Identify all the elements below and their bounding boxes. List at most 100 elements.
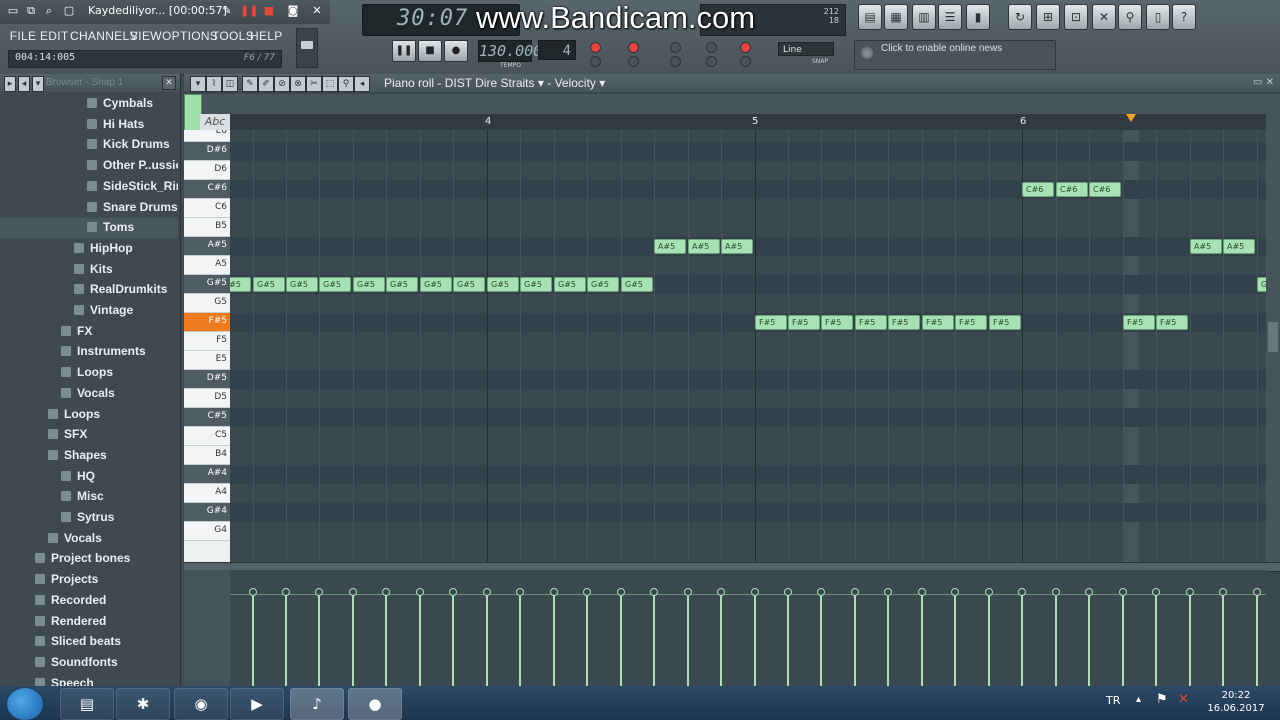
velocity-bar[interactable] — [1122, 592, 1124, 686]
slice-icon[interactable]: ✂ — [306, 76, 322, 92]
velocity-bar[interactable] — [887, 592, 889, 686]
note[interactable]: G#5 — [487, 277, 519, 292]
system-clock[interactable]: 20:22 16.06.2017 — [1204, 689, 1268, 715]
velocity-bar[interactable] — [1222, 592, 1224, 686]
velocity-handle[interactable] — [550, 588, 558, 596]
stamp-icon[interactable]: ◫ — [222, 76, 238, 92]
piano-key[interactable]: F#5 — [184, 313, 230, 332]
piano-key[interactable]: A#5 — [184, 237, 230, 256]
network-icon[interactable]: ⚑ — [1156, 692, 1168, 707]
overdub-led[interactable] — [670, 56, 681, 67]
slider-knob[interactable] — [301, 41, 313, 49]
note[interactable]: G#5 — [420, 277, 452, 292]
velocity-bar[interactable] — [553, 592, 555, 686]
pencil-icon[interactable]: ✎ — [242, 76, 258, 92]
velocity-bar[interactable] — [352, 592, 354, 686]
note-names-toggle[interactable]: Abc — [200, 114, 230, 130]
note[interactable]: F#5 — [922, 315, 954, 330]
note[interactable]: G#5 — [453, 277, 485, 292]
piano-key[interactable]: F5 — [184, 332, 230, 351]
note[interactable]: F#5 — [1123, 315, 1155, 330]
velocity-handle[interactable] — [583, 588, 591, 596]
velocity-bar[interactable] — [419, 592, 421, 686]
piano-key[interactable]: B5 — [184, 218, 230, 237]
help-icon[interactable]: ? — [1172, 4, 1196, 30]
velocity-handle[interactable] — [1052, 588, 1060, 596]
note[interactable]: G#5 — [353, 277, 385, 292]
velocity-handle[interactable] — [449, 588, 457, 596]
velocity-handle[interactable] — [684, 588, 692, 596]
fl-studio-app-icon[interactable]: ♪ — [290, 688, 344, 720]
velocity-handle[interactable] — [650, 588, 658, 596]
piano-key[interactable]: C6 — [184, 199, 230, 218]
velocity-bar[interactable] — [720, 592, 722, 686]
velocity-handle[interactable] — [315, 588, 323, 596]
window-icon[interactable]: ⧉ — [24, 4, 38, 18]
step-sequencer-icon[interactable]: ▦ — [884, 4, 908, 30]
menu-file[interactable]: FILE — [8, 26, 38, 46]
file-icon[interactable]: ▯ — [1146, 4, 1170, 30]
browser-item[interactable]: FX — [0, 322, 178, 342]
stop-button[interactable]: ■ — [418, 40, 442, 62]
piano-key[interactable]: E5 — [184, 351, 230, 370]
velocity-handle[interactable] — [516, 588, 524, 596]
velocity-bar[interactable] — [620, 592, 622, 686]
event-target[interactable]: Velocity — [555, 76, 596, 90]
note[interactable]: A#5 — [1223, 239, 1255, 254]
pattern-selector[interactable]: 4 — [538, 40, 576, 60]
folder-app-icon[interactable]: ▤ — [60, 688, 114, 720]
browser-item[interactable]: Shapes — [0, 446, 178, 466]
velocity-bar[interactable] — [754, 592, 756, 686]
browser-item[interactable]: RealDrumkits — [0, 280, 178, 300]
menu-arrow-icon[interactable]: ▾ — [190, 76, 206, 92]
velocity-bar[interactable] — [820, 592, 822, 686]
velocity-handle[interactable] — [1186, 588, 1194, 596]
velocity-bar[interactable] — [921, 592, 923, 686]
note[interactable]: G#5 — [230, 277, 251, 292]
velocity-handle[interactable] — [884, 588, 892, 596]
menu-channels[interactable]: CHANNELS — [70, 26, 137, 46]
note[interactable]: G#5 — [319, 277, 351, 292]
browser-item[interactable]: Project bones — [0, 549, 178, 569]
browser-item[interactable]: HQ — [0, 467, 178, 487]
note[interactable]: F#5 — [888, 315, 920, 330]
browser-item[interactable]: Sytrus — [0, 508, 178, 528]
velocity-handle[interactable] — [382, 588, 390, 596]
pause-button[interactable]: ❚❚ — [392, 40, 416, 62]
velocity-bar[interactable] — [385, 592, 387, 686]
velocity-handle[interactable] — [751, 588, 759, 596]
piano-key[interactable]: D#6 — [184, 142, 230, 161]
velocity-handle[interactable] — [717, 588, 725, 596]
chrome-app-icon[interactable]: ◉ — [174, 688, 228, 720]
velocity-bar[interactable] — [586, 592, 588, 686]
loop-led[interactable] — [740, 42, 751, 53]
note[interactable]: G#5 — [286, 277, 318, 292]
countdown-led[interactable] — [628, 42, 639, 53]
browser-item[interactable]: Instruments — [0, 342, 178, 362]
note[interactable]: G#5 — [520, 277, 552, 292]
browser-item[interactable]: Sliced beats — [0, 632, 178, 652]
browser-item[interactable]: Loops — [0, 405, 178, 425]
velocity-handle[interactable] — [1152, 588, 1160, 596]
close-icon[interactable]: ✕ — [1266, 77, 1274, 88]
vertical-scroll-thumb[interactable] — [1268, 322, 1278, 352]
note[interactable]: G#5 — [587, 277, 619, 292]
velocity-bar[interactable] — [1256, 592, 1258, 686]
velocity-bar[interactable] — [252, 592, 254, 686]
piano-key[interactable]: G#5 — [184, 275, 230, 294]
note[interactable]: G#5 — [554, 277, 586, 292]
piano-key[interactable]: C5 — [184, 427, 230, 446]
piano-key[interactable]: C#5 — [184, 408, 230, 427]
velocity-handle[interactable] — [349, 588, 357, 596]
tray-arrow-icon[interactable]: ▴ — [1136, 694, 1141, 705]
browser-item[interactable]: Kick Drums — [0, 135, 178, 155]
browser-item[interactable]: Vocals — [0, 384, 178, 404]
note[interactable]: G#5 — [1257, 277, 1266, 292]
velocity-handle[interactable] — [1085, 588, 1093, 596]
select-icon[interactable]: ⬚ — [322, 76, 338, 92]
close-icon[interactable]: ✕ — [310, 4, 324, 18]
magnet-icon[interactable]: ⌇ — [206, 76, 222, 92]
language-indicator[interactable]: TR — [1106, 694, 1120, 707]
piano-key[interactable]: A4 — [184, 484, 230, 503]
velocity-handle[interactable] — [617, 588, 625, 596]
